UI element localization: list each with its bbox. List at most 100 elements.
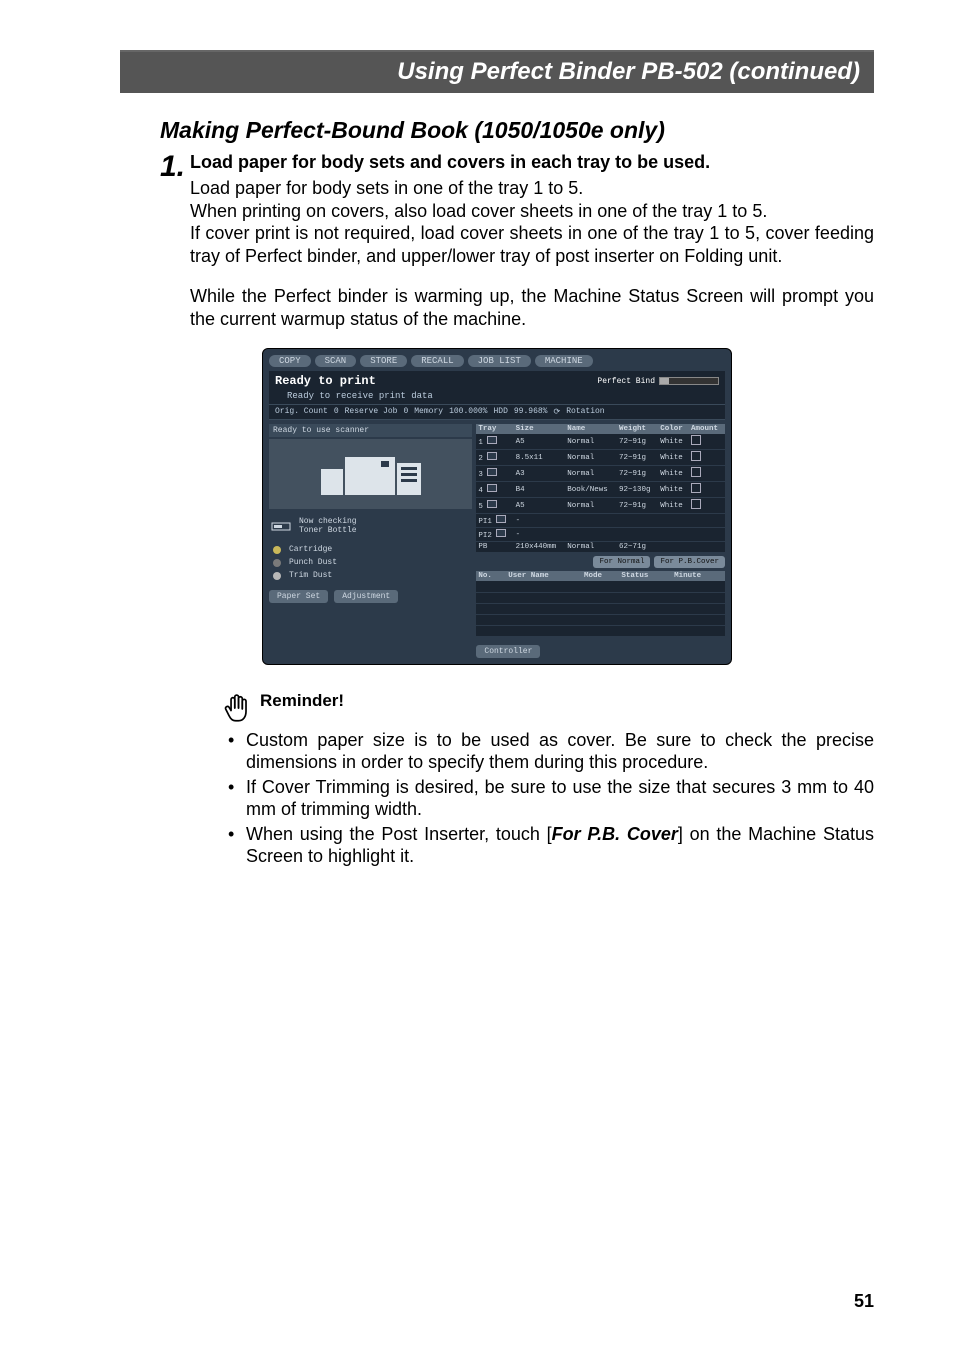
trim-dust-lamp-icon <box>273 572 281 580</box>
toner-line1: Now checking <box>299 517 357 526</box>
for-pb-cover-ref: For P.B. Cover <box>552 824 678 844</box>
page-header: Using Perfect Binder PB-502 (continued) <box>120 50 874 90</box>
step-heading: Load paper for body sets and covers in e… <box>190 152 874 173</box>
paper-set-button[interactable]: Paper Set <box>269 590 328 603</box>
job-row <box>476 603 725 614</box>
tab-joblist[interactable]: JOB LIST <box>468 355 531 367</box>
tray-row[interactable]: 4 B4Book/News92~130gWhite <box>476 482 725 498</box>
step-p1: Load paper for body sets in one of the t… <box>190 177 874 200</box>
lamp-cartridge: Cartridge <box>289 545 332 554</box>
orig-count-val: 0 <box>334 407 339 417</box>
hdd-label: HDD <box>493 407 507 417</box>
page-header-title: Using Perfect Binder PB-502 (continued) <box>397 58 860 85</box>
controller-button[interactable]: Controller <box>476 645 540 658</box>
amount-icon <box>691 483 701 493</box>
memory-label: Memory <box>414 407 443 417</box>
toner-line2: Toner Bottle <box>299 526 357 535</box>
job-row <box>476 581 725 592</box>
lamp-trim-dust: Trim Dust <box>289 571 332 580</box>
job-row <box>476 614 725 625</box>
tab-store[interactable]: STORE <box>360 355 407 367</box>
step-1: 1. Load paper for body sets and covers i… <box>160 152 874 330</box>
th-color: Color <box>658 424 689 434</box>
tab-machine[interactable]: MACHINE <box>535 355 593 367</box>
adjustment-button[interactable]: Adjustment <box>334 590 398 603</box>
cartridge-lamp-icon <box>273 546 281 554</box>
reserve-val: 0 <box>403 407 408 417</box>
th-user: User Name <box>506 571 582 581</box>
tray-icon <box>487 436 497 444</box>
scanner-status: Ready to use scanner <box>269 424 472 437</box>
tray-row-pi1[interactable]: PI1 - <box>476 514 725 528</box>
job-row <box>476 592 725 603</box>
orig-count-label: Orig. Count <box>275 407 328 417</box>
reminder-bullets: Custom paper size is to be used as cover… <box>228 729 874 868</box>
reminder-block: Reminder! <box>220 691 874 725</box>
hdd-val: 99.968% <box>514 407 548 417</box>
memory-val: 100.000% <box>449 407 487 417</box>
rotation-label: Rotation <box>566 407 604 417</box>
for-pb-cover-button[interactable]: For P.B.Cover <box>654 556 725 568</box>
header-underline <box>120 90 874 93</box>
tab-scan[interactable]: SCAN <box>315 355 357 367</box>
th-amount: Amount <box>689 424 725 434</box>
th-size: Size <box>514 424 566 434</box>
perfect-bind-progress <box>659 377 719 385</box>
tab-copy[interactable]: COPY <box>269 355 311 367</box>
th-status: Status <box>619 571 672 581</box>
section-title: Making Perfect-Bound Book (1050/1050e on… <box>160 117 874 144</box>
tray-table: Tray Size Name Weight Color Amount 1 A5N… <box>476 424 725 553</box>
reminder-label: Reminder! <box>260 691 344 711</box>
job-table: No. User Name Mode Status Minute <box>476 571 725 637</box>
reserve-label: Reserve Job <box>345 407 398 417</box>
tray-row[interactable]: 5 A5Normal72~91gWhite <box>476 498 725 514</box>
step-content: Load paper for body sets and covers in e… <box>190 152 874 330</box>
tray-icon <box>496 529 506 537</box>
tray-row[interactable]: 2 8.5x11Normal72~91gWhite <box>476 450 725 466</box>
step-body: Load paper for body sets in one of the t… <box>190 177 874 330</box>
lamp-punch-dust: Punch Dust <box>289 558 337 567</box>
th-mode: Mode <box>582 571 619 581</box>
machine-illustration <box>269 439 472 509</box>
tray-icon <box>487 452 497 460</box>
job-row <box>476 625 725 636</box>
tray-row-pi2[interactable]: PI2 - <box>476 528 725 542</box>
tray-icon <box>487 484 497 492</box>
punch-dust-lamp-icon <box>273 559 281 567</box>
th-minute: Minute <box>672 571 725 581</box>
tray-icon <box>496 515 506 523</box>
th-no: No. <box>476 571 506 581</box>
perfect-bind-label: Perfect Bind <box>597 377 655 386</box>
th-weight: Weight <box>617 424 658 434</box>
amount-icon <box>691 467 701 477</box>
step-p2: When printing on covers, also load cover… <box>190 200 874 223</box>
tray-icon <box>487 468 497 476</box>
tab-recall[interactable]: RECALL <box>411 355 463 367</box>
sub-status: Ready to receive print data <box>269 391 725 404</box>
amount-icon <box>691 451 701 461</box>
step-p3: If cover print is not required, load cov… <box>190 222 874 267</box>
reminder-item: Custom paper size is to be used as cover… <box>228 729 874 774</box>
tray-row-pb[interactable]: PB210x440mmNormal62~71g <box>476 542 725 553</box>
tray-row[interactable]: 1 A5Normal72~91gWhite <box>476 434 725 450</box>
page-number: 51 <box>854 1291 874 1312</box>
hand-icon <box>220 691 254 725</box>
info-bar: Orig. Count 0 Reserve Job 0 Memory 100.0… <box>269 404 725 420</box>
tray-icon <box>487 500 497 508</box>
status-row: Ready to print Perfect Bind <box>269 371 725 391</box>
step-p4: While the Perfect binder is warming up, … <box>190 285 874 330</box>
consumable-lamps: Cartridge Punch Dust Trim Dust <box>269 543 472 582</box>
th-name: Name <box>565 424 617 434</box>
tray-row[interactable]: 3 A3Normal72~91gWhite <box>476 466 725 482</box>
for-normal-button[interactable]: For Normal <box>593 556 650 568</box>
machine-status-screenshot: COPY SCAN STORE RECALL JOB LIST MACHINE … <box>262 348 732 665</box>
reminder-item: When using the Post Inserter, touch [For… <box>228 823 874 868</box>
toner-check-row: Now checking Toner Bottle <box>269 515 472 537</box>
screen-tabs: COPY SCAN STORE RECALL JOB LIST MACHINE <box>269 355 725 367</box>
toner-icon <box>271 519 293 533</box>
reminder-item: If Cover Trimming is desired, be sure to… <box>228 776 874 821</box>
status-text: Ready to print <box>275 374 376 388</box>
amount-icon <box>691 435 701 445</box>
step-number: 1. <box>160 152 190 330</box>
amount-icon <box>691 499 701 509</box>
